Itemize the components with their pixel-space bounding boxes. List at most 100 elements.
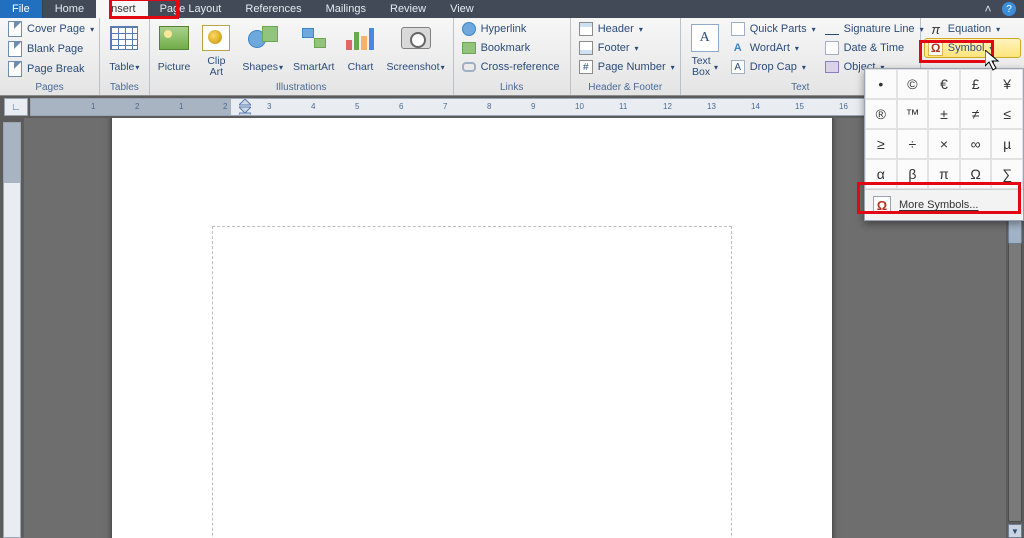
wordart-button[interactable]: A WordArt▾: [727, 39, 819, 57]
symbol-cell[interactable]: ÷: [897, 129, 929, 159]
signature-line-icon: [824, 21, 840, 37]
minimize-ribbon-icon[interactable]: ˄: [980, 1, 996, 17]
screenshot-icon: [400, 22, 432, 54]
hyperlink-button[interactable]: Hyperlink: [458, 20, 563, 38]
tab-home[interactable]: Home: [43, 0, 96, 18]
symbol-cell[interactable]: β: [897, 159, 929, 189]
date-time-button[interactable]: Date & Time: [821, 39, 927, 57]
vertical-ruler[interactable]: [0, 118, 24, 538]
page-break-icon: [7, 61, 23, 77]
more-symbols-item[interactable]: Ω More Symbols...: [865, 189, 1023, 220]
signature-line-button[interactable]: Signature Line▾: [821, 20, 927, 38]
table-icon: [108, 22, 140, 54]
symbol-cell[interactable]: ±: [928, 99, 960, 129]
screenshot-button[interactable]: Screenshot ▾: [382, 20, 448, 80]
indent-marker[interactable]: [239, 99, 251, 116]
cover-page-icon: [7, 21, 23, 37]
hyperlink-icon: [461, 21, 477, 37]
blank-page-button[interactable]: Blank Page: [4, 40, 97, 58]
symbol-cell[interactable]: α: [865, 159, 897, 189]
group-label-pages: Pages: [4, 82, 95, 95]
group-label-illustrations: Illustrations: [154, 82, 449, 95]
page-margin-guide: [212, 226, 732, 538]
table-button[interactable]: Table ▾: [104, 20, 144, 80]
page-break-button[interactable]: Page Break: [4, 60, 97, 78]
group-tables: Table ▾ Tables: [100, 18, 150, 95]
clip-art-button[interactable]: Clip Art: [196, 20, 236, 80]
tab-references[interactable]: References: [233, 0, 313, 18]
group-label-links: Links: [458, 82, 566, 95]
drop-cap-button[interactable]: A Drop Cap▾: [727, 58, 819, 76]
header-icon: [578, 21, 594, 37]
tab-mailings[interactable]: Mailings: [314, 0, 378, 18]
drop-cap-icon: A: [730, 59, 746, 75]
chart-button[interactable]: Chart: [340, 20, 380, 80]
document-pane[interactable]: [24, 118, 1006, 538]
symbol-cell[interactable]: ©: [897, 69, 929, 99]
tab-page-layout[interactable]: Page Layout: [148, 0, 234, 18]
symbol-dropdown-panel: •©€£¥®™±≠≤≥÷×∞µαβπΩ∑ Ω More Symbols...: [864, 68, 1024, 221]
footer-icon: [578, 40, 594, 56]
symbol-cell[interactable]: µ: [991, 129, 1023, 159]
picture-icon: [158, 22, 190, 54]
cross-reference-button[interactable]: Cross-reference: [458, 58, 563, 76]
group-links: Hyperlink Bookmark Cross-reference Links: [454, 18, 571, 95]
equation-button[interactable]: π Equation▾: [925, 20, 1020, 38]
symbol-button[interactable]: Ω Symbol▾: [925, 39, 1020, 57]
scroll-down-arrow[interactable]: ▼: [1008, 524, 1022, 538]
shapes-icon: [247, 22, 279, 54]
cross-reference-icon: [461, 59, 477, 75]
chart-icon: [344, 22, 376, 54]
text-box-icon: A: [689, 22, 721, 54]
wordart-icon: A: [730, 40, 746, 56]
tab-file[interactable]: File: [0, 0, 43, 18]
symbol-grid: •©€£¥ ®™±≠≤ ≥÷×∞µ αβπΩ∑: [865, 69, 1023, 189]
tab-insert[interactable]: Insert: [96, 0, 148, 18]
symbol-icon: Ω: [928, 40, 944, 56]
blank-page-icon: [7, 41, 23, 57]
page-number-button[interactable]: # Page Number▾: [575, 58, 678, 76]
symbol-cell[interactable]: ¥: [991, 69, 1023, 99]
bookmark-button[interactable]: Bookmark: [458, 39, 563, 57]
bookmark-icon: [461, 40, 477, 56]
tab-review[interactable]: Review: [378, 0, 438, 18]
symbol-cell[interactable]: •: [865, 69, 897, 99]
symbol-cell[interactable]: ≥: [865, 129, 897, 159]
symbol-cell[interactable]: ≠: [960, 99, 992, 129]
symbol-cell[interactable]: ∑: [991, 159, 1023, 189]
smartart-icon: [298, 22, 330, 54]
omega-icon: Ω: [873, 196, 891, 214]
symbol-cell[interactable]: π: [928, 159, 960, 189]
smartart-button[interactable]: SmartArt: [289, 20, 338, 80]
equation-icon: π: [928, 21, 944, 37]
symbol-cell[interactable]: £: [960, 69, 992, 99]
symbol-cell[interactable]: Ω: [960, 159, 992, 189]
help-icon[interactable]: ?: [1002, 2, 1016, 16]
header-button[interactable]: Header▾: [575, 20, 678, 38]
footer-button[interactable]: Footer▾: [575, 39, 678, 57]
symbol-cell[interactable]: ™: [897, 99, 929, 129]
menu-tabs: File Home Insert Page Layout References …: [0, 0, 1024, 18]
date-time-icon: [824, 40, 840, 56]
quick-parts-icon: [730, 21, 746, 37]
group-pages: Cover Page▾ Blank Page Page Break Pages: [0, 18, 100, 95]
tab-view[interactable]: View: [438, 0, 486, 18]
group-label-tables: Tables: [104, 82, 145, 95]
text-box-button[interactable]: A Text Box ▾: [685, 20, 725, 80]
more-symbols-label: More Symbols...: [899, 199, 978, 211]
page-number-icon: #: [578, 59, 594, 75]
symbol-cell[interactable]: ×: [928, 129, 960, 159]
symbol-cell[interactable]: ≤: [991, 99, 1023, 129]
group-header-footer: Header▾ Footer▾ # Page Number▾ Header & …: [571, 18, 681, 95]
cover-page-button[interactable]: Cover Page▾: [4, 20, 97, 38]
tab-selector[interactable]: ∟: [4, 98, 28, 116]
clip-art-icon: [200, 22, 232, 54]
symbol-cell[interactable]: €: [928, 69, 960, 99]
symbol-cell[interactable]: ®: [865, 99, 897, 129]
group-label-header-footer: Header & Footer: [575, 82, 676, 95]
group-illustrations: Picture Clip Art Shapes ▾ SmartArt Chart…: [150, 18, 454, 95]
quick-parts-button[interactable]: Quick Parts▾: [727, 20, 819, 38]
symbol-cell[interactable]: ∞: [960, 129, 992, 159]
picture-button[interactable]: Picture: [154, 20, 195, 80]
shapes-button[interactable]: Shapes ▾: [238, 20, 287, 80]
